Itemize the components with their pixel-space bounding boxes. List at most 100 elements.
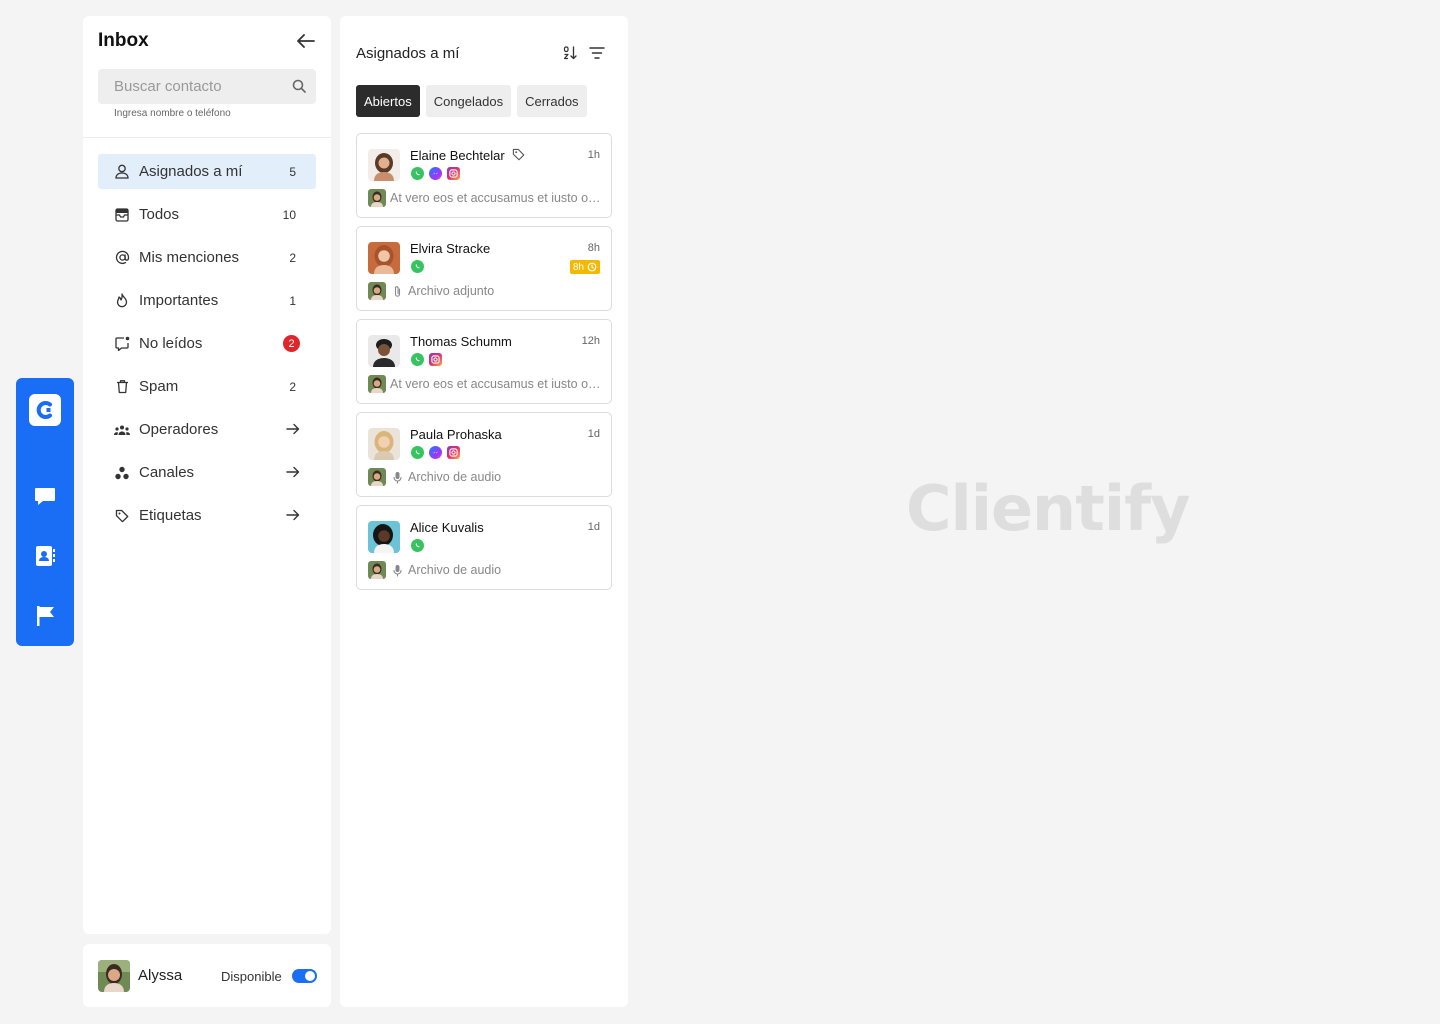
conversation-card[interactable]: Paula Prohaska 1d Archivo de audio (356, 412, 612, 497)
whatsapp-icon (411, 260, 424, 273)
channel-icons (411, 260, 424, 273)
channels-icon (114, 465, 130, 481)
timer-icon (587, 262, 597, 272)
arrow-right-icon (286, 465, 300, 483)
tab-frozen[interactable]: Congelados (425, 85, 512, 117)
sidebar-item-unread[interactable]: No leídos 2 (98, 326, 316, 361)
whatsapp-icon (411, 353, 424, 366)
sidebar-item-operators[interactable]: Operadores (98, 412, 316, 447)
search-icon[interactable] (292, 79, 306, 98)
avatar[interactable] (98, 960, 130, 992)
team-icon (114, 422, 130, 438)
sidebar-item-label: Todos (139, 206, 180, 223)
conversation-card[interactable]: Elvira Stracke 8h 8h Archivo adjunto (356, 226, 612, 311)
sidebar-item-spam[interactable]: Spam 2 (98, 369, 316, 404)
user-icon (114, 164, 130, 180)
messenger-icon (429, 446, 442, 459)
contact-avatar (368, 149, 400, 181)
message-preview: At vero eos et accusamus et iusto odio d… (390, 377, 602, 391)
contact-avatar (368, 335, 400, 367)
conversation-card[interactable]: Alice Kuvalis 1d Archivo de audio (356, 505, 612, 590)
sidebar-item-label: No leídos (139, 335, 203, 352)
conversation-time: 8h (587, 242, 600, 254)
inbox-tray-icon (114, 207, 130, 223)
arrow-right-icon (286, 508, 300, 526)
sla-badge: 8h (569, 260, 600, 274)
channel-icons (411, 539, 424, 552)
conversation-cards: Elaine Bechtelar 1h At vero eos et accus… (356, 133, 612, 598)
sidebar-item-tags[interactable]: Etiquetas (98, 498, 316, 533)
list-title: Asignados a mí (356, 45, 460, 62)
inbox-nav: Asignados a mí 5 Todos 10 Mis menciones … (98, 154, 316, 541)
tab-closed[interactable]: Cerrados (517, 85, 587, 117)
availability-toggle[interactable] (292, 969, 317, 983)
sidebar-item-important[interactable]: Importantes 1 (98, 283, 316, 318)
sidebar-item-all[interactable]: Todos 10 (98, 197, 316, 232)
sidebar-item-label: Asignados a mí (139, 163, 243, 180)
channel-icons (411, 446, 460, 459)
sidebar-item-label: Canales (139, 464, 195, 481)
tag-icon (114, 508, 130, 524)
clientify-logo-icon[interactable] (29, 394, 61, 426)
count: 10 (282, 207, 296, 222)
message-preview: Archivo de audio (408, 470, 502, 484)
conversation-time: 1d (587, 428, 600, 440)
channel-icons (411, 353, 442, 366)
agent-avatar (368, 468, 386, 486)
divider (83, 137, 331, 138)
contact-avatar (368, 521, 400, 553)
user-name: Alyssa (138, 967, 183, 984)
sidebar-title: Inbox (98, 30, 149, 51)
contact-name: Elvira Stracke (410, 241, 491, 256)
conversation-time: 12h (581, 335, 600, 347)
count: 2 (289, 250, 296, 265)
contact-name: Elaine Bechtelar (410, 148, 505, 163)
sidebar-item-label: Etiquetas (139, 507, 202, 524)
sidebar-item-mentions[interactable]: Mis menciones 2 (98, 240, 316, 275)
instagram-icon (447, 167, 460, 180)
flag-icon[interactable] (33, 604, 57, 628)
instagram-icon (447, 446, 460, 459)
contacts-icon[interactable] (33, 544, 57, 568)
conversation-card[interactable]: Elaine Bechtelar 1h At vero eos et accus… (356, 133, 612, 218)
count: 5 (289, 164, 296, 179)
tab-open[interactable]: Abiertos (356, 85, 420, 117)
conversation-card[interactable]: Thomas Schumm 12h At vero eos et accusam… (356, 319, 612, 404)
channel-icons (411, 167, 460, 180)
status-tabs: Abiertos Congelados Cerrados (356, 85, 587, 117)
message-preview: At vero eos et accusamus et iusto odio d… (390, 191, 602, 205)
at-sign-icon (114, 250, 130, 266)
sort-icon[interactable] (562, 45, 578, 66)
filter-icon[interactable] (589, 46, 605, 65)
contact-name: Paula Prohaska (410, 427, 502, 442)
whatsapp-icon (411, 446, 424, 459)
unread-badge: 2 (283, 335, 300, 352)
clientify-watermark-logo: Clientify (906, 472, 1190, 545)
paperclip-icon (393, 285, 402, 303)
sidebar-item-channels[interactable]: Canales (98, 455, 316, 490)
arrow-right-icon (286, 422, 300, 440)
conversation-time: 1d (587, 521, 600, 533)
agent-avatar (368, 282, 386, 300)
whatsapp-icon (411, 167, 424, 180)
microphone-icon (393, 471, 402, 489)
conversation-list-panel: Asignados a mí Abiertos Congelados Cerra… (340, 16, 628, 1007)
sidebar-item-label: Spam (139, 378, 179, 395)
sidebar-item-label: Importantes (139, 292, 219, 309)
trash-icon (114, 379, 130, 395)
contact-name: Thomas Schumm (410, 334, 512, 349)
collapse-arrow-left-icon[interactable] (295, 30, 317, 52)
microphone-icon (393, 564, 402, 582)
sla-time: 8h (572, 261, 584, 273)
chat-icon[interactable] (33, 484, 57, 508)
sidebar-item-label: Operadores (139, 421, 219, 438)
message-preview: Archivo adjunto (408, 284, 495, 298)
search-input[interactable] (98, 69, 316, 104)
sidebar-item-label: Mis menciones (139, 249, 240, 266)
count: 2 (289, 379, 296, 394)
sidebar-item-assigned[interactable]: Asignados a mí 5 (98, 154, 316, 189)
flame-icon (114, 293, 130, 309)
count: 1 (289, 293, 296, 308)
unread-message-icon (114, 336, 130, 352)
app-rail (16, 378, 74, 646)
